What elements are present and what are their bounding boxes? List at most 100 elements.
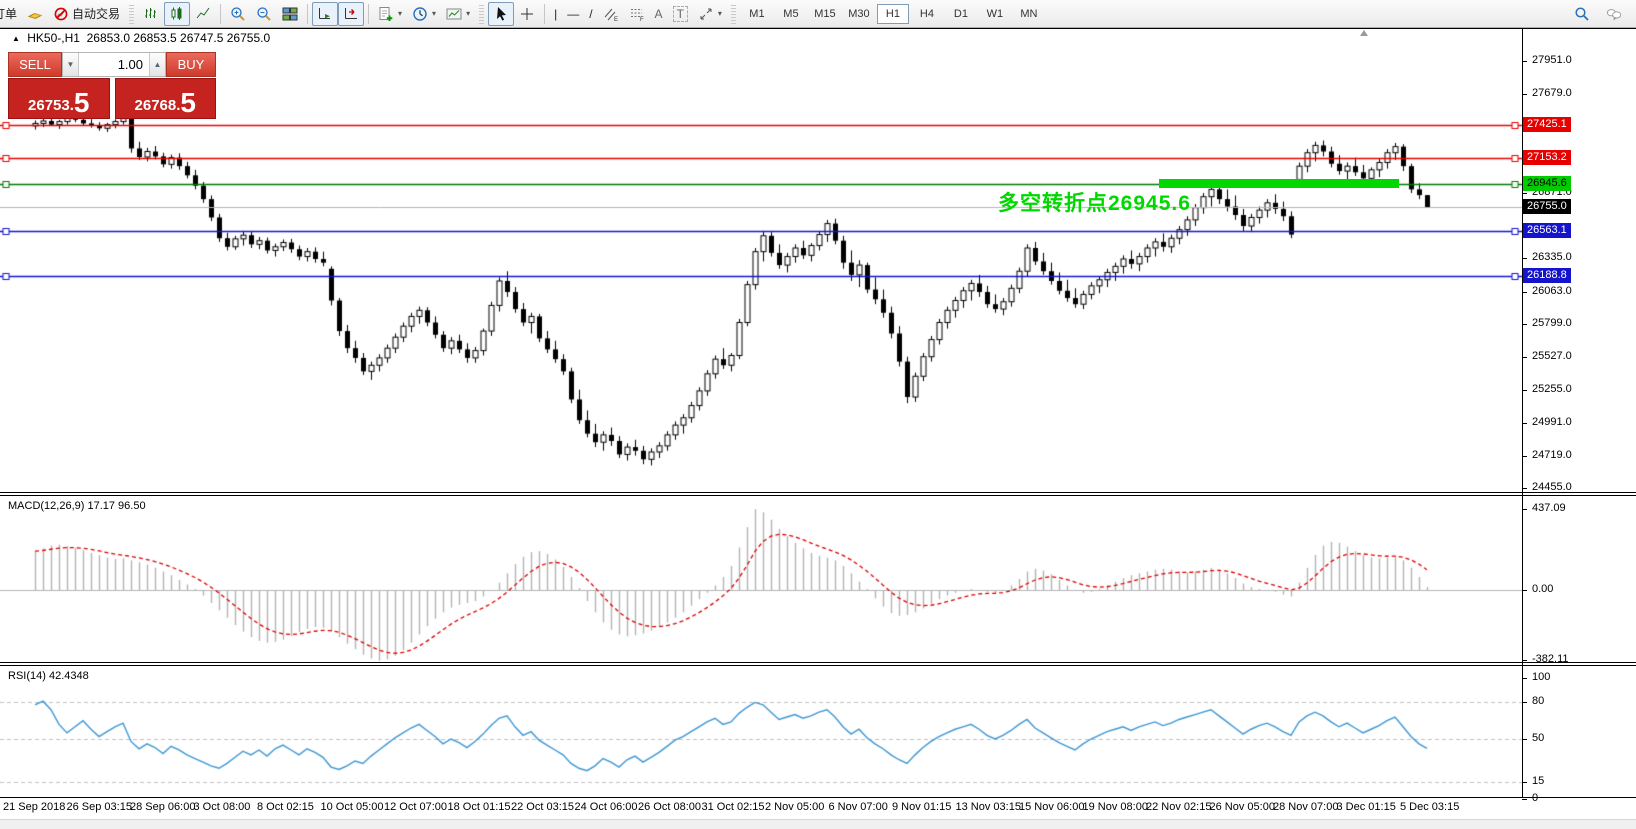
volume-value[interactable]: 1.00 xyxy=(79,53,149,76)
macd-indicator-pane[interactable] xyxy=(0,496,1522,662)
horizontal-line-icon: — xyxy=(567,7,579,21)
timeframe-d1[interactable]: D1 xyxy=(945,4,977,24)
tile-windows-icon xyxy=(282,6,298,22)
time-axis-label: 21 Sep 2018 xyxy=(3,801,65,813)
sell-price-int: 26753. xyxy=(28,97,74,115)
history-button[interactable] xyxy=(22,2,48,26)
price-tick: 27679.0 xyxy=(1532,87,1572,99)
resistance-highlight-bar[interactable] xyxy=(1159,179,1399,188)
cursor-button[interactable] xyxy=(488,2,514,26)
sell-price-box[interactable]: 26753.5 xyxy=(8,78,110,119)
zoom-out-button[interactable] xyxy=(251,2,277,26)
price-tick: 24991.0 xyxy=(1532,416,1572,428)
price-line-badge: 26563.1 xyxy=(1523,223,1571,238)
indicators-button[interactable]: ▾ xyxy=(373,2,407,26)
pane-separator[interactable] xyxy=(0,662,1636,663)
toolbar-grip[interactable] xyxy=(129,4,134,24)
time-axis-label: 2 Nov 05:00 xyxy=(765,801,824,813)
volume-increase-button[interactable]: ▲ xyxy=(149,53,165,76)
text-label-tool[interactable]: T xyxy=(668,2,693,26)
line-chart-button[interactable] xyxy=(190,2,216,26)
dropdown-caret-icon: ▾ xyxy=(466,9,470,18)
time-axis-label: 6 Nov 07:00 xyxy=(829,801,888,813)
chart-bottom-border xyxy=(0,797,1636,798)
toolbar: 订单 自动交易 ▾ ▾ ▾ xyxy=(0,0,1636,28)
buy-price-int: 26768. xyxy=(135,97,181,115)
price-axis[interactable]: 27951.027679.026871.026335.026063.025799… xyxy=(1527,0,1636,828)
chart-symbol: HK50-,H1 xyxy=(27,31,80,45)
pane-separator[interactable] xyxy=(0,492,1636,493)
time-axis[interactable]: 21 Sep 201826 Sep 03:1528 Sep 06:003 Oct… xyxy=(0,801,1522,817)
time-axis-label: 24 Oct 06:00 xyxy=(575,801,638,813)
text-tool[interactable]: A xyxy=(650,2,668,26)
timeframe-h1[interactable]: H1 xyxy=(877,4,909,24)
toolbar-separator xyxy=(368,4,369,24)
trendline-tool[interactable]: / xyxy=(584,2,597,26)
candlestick-chart-button[interactable] xyxy=(164,2,190,26)
rsi-axis-tick: 15 xyxy=(1532,775,1544,787)
periods-button[interactable]: ▾ xyxy=(407,2,441,26)
vertical-line-icon: | xyxy=(554,7,557,21)
time-axis-label: 10 Oct 05:00 xyxy=(321,801,384,813)
toolbar-grip[interactable] xyxy=(731,4,736,24)
price-line-badge: 26755.0 xyxy=(1523,199,1571,214)
crosshair-button[interactable] xyxy=(514,2,540,26)
buy-price-box[interactable]: 26768.5 xyxy=(115,78,217,119)
timeframe-m15[interactable]: M15 xyxy=(809,4,841,24)
history-icon xyxy=(27,6,43,22)
cursor-icon xyxy=(493,6,509,22)
trendline-icon: / xyxy=(589,7,592,21)
rsi-axis-tick: 100 xyxy=(1532,671,1550,683)
zoom-in-button[interactable] xyxy=(225,2,251,26)
buy-button[interactable]: BUY xyxy=(166,52,216,77)
line-chart-icon xyxy=(195,6,211,22)
timeframe-mn[interactable]: MN xyxy=(1013,4,1045,24)
timeframe-group: M1M5M15M30H1H4D1W1MN xyxy=(740,4,1046,24)
fibonacci-tool[interactable]: F xyxy=(624,2,650,26)
fibonacci-icon: F xyxy=(629,6,645,22)
buy-price-decimal: 5 xyxy=(180,90,196,115)
channel-icon: E xyxy=(603,6,619,22)
price-tick: 25527.0 xyxy=(1532,350,1572,362)
auto-scroll-button[interactable] xyxy=(312,2,338,26)
volume-decrease-button[interactable]: ▼ xyxy=(63,53,79,76)
timeframe-m30[interactable]: M30 xyxy=(843,4,875,24)
price-line-badge: 27425.1 xyxy=(1523,117,1571,132)
svg-text:E: E xyxy=(614,17,618,22)
channel-tool[interactable]: E xyxy=(598,2,624,26)
tile-windows-button[interactable] xyxy=(277,2,303,26)
timeframe-m1[interactable]: M1 xyxy=(741,4,773,24)
chart-shift-marker[interactable] xyxy=(1360,30,1368,36)
vertical-line-tool[interactable]: | xyxy=(549,2,562,26)
templates-button[interactable]: ▾ xyxy=(441,2,475,26)
autotrading-icon xyxy=(53,6,69,22)
price-tick: 25799.0 xyxy=(1532,317,1572,329)
plot-right-border xyxy=(1522,28,1523,797)
zoom-in-icon xyxy=(230,6,246,22)
sell-button[interactable]: SELL xyxy=(8,52,62,77)
crosshair-icon xyxy=(519,6,535,22)
main-price-chart[interactable] xyxy=(0,29,1522,492)
chart-ohlc-values: 26853.0 26853.5 26747.5 26755.0 xyxy=(87,31,271,45)
time-axis-label: 22 Nov 02:15 xyxy=(1146,801,1211,813)
time-axis-label: 8 Oct 02:15 xyxy=(257,801,314,813)
price-tick: 24455.0 xyxy=(1532,481,1572,493)
autotrading-button[interactable]: 自动交易 xyxy=(48,2,125,26)
bar-chart-button[interactable] xyxy=(138,2,164,26)
price-tick: 27951.0 xyxy=(1532,54,1572,66)
collapse-arrow-icon[interactable]: ▲ xyxy=(12,34,20,43)
toolbar-grip[interactable] xyxy=(479,4,484,24)
new-order-button[interactable]: 订单 xyxy=(0,2,22,26)
arrow-tools-button[interactable]: ▾ xyxy=(693,2,727,26)
timeframe-w1[interactable]: W1 xyxy=(979,4,1011,24)
rsi-axis-tick: 80 xyxy=(1532,695,1544,707)
chart-shift-button[interactable] xyxy=(338,2,364,26)
sell-label: SELL xyxy=(19,57,51,72)
chart-annotation-text[interactable]: 多空转折点26945.6 xyxy=(998,187,1191,217)
timeframe-m5[interactable]: M5 xyxy=(775,4,807,24)
timeframe-h4[interactable]: H4 xyxy=(911,4,943,24)
rsi-indicator-pane[interactable] xyxy=(0,666,1522,797)
toolbar-separator xyxy=(220,4,221,24)
horizontal-line-tool[interactable]: — xyxy=(562,2,584,26)
time-axis-label: 12 Oct 07:00 xyxy=(384,801,447,813)
